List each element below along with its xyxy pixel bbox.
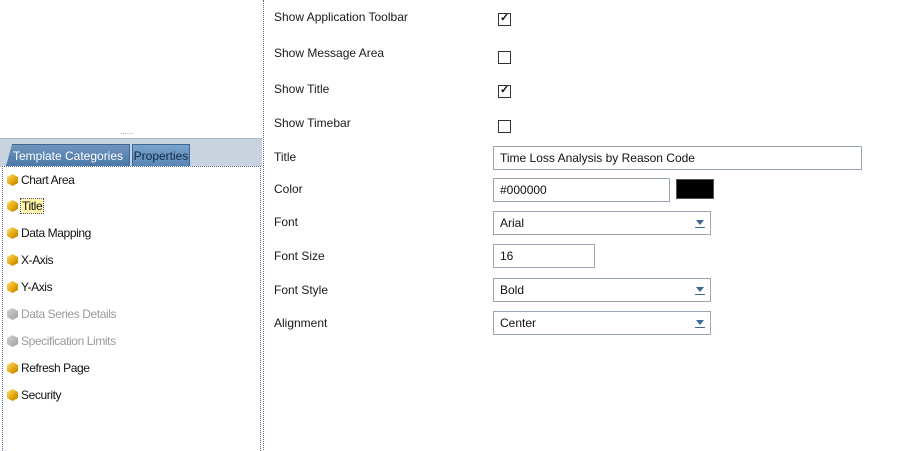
chevron-down-icon[interactable]	[696, 287, 704, 292]
category-icon	[7, 281, 18, 293]
category-icon	[7, 174, 18, 186]
category-item-specification-limits: Specification Limits	[7, 332, 116, 350]
category-icon	[7, 227, 18, 239]
color-swatch[interactable]	[676, 179, 714, 199]
show-message-area-checkbox[interactable]	[498, 51, 511, 64]
show-app-toolbar-checkbox[interactable]: ✓	[498, 12, 511, 26]
color-label: Color	[274, 182, 303, 196]
category-icon	[7, 308, 18, 320]
alignment-label: Alignment	[274, 316, 328, 330]
title-properties-panel: Show Application Toolbar ✓ Show Message …	[263, 0, 913, 450]
category-icon	[7, 200, 18, 212]
chevron-down-icon[interactable]	[696, 220, 704, 225]
category-item-x-axis[interactable]: X-Axis	[7, 251, 54, 269]
show-message-area-label: Show Message Area	[274, 46, 385, 60]
dropdown-underline	[695, 294, 705, 295]
show-timebar-label: Show Timebar	[274, 116, 351, 130]
show-timebar-checkbox[interactable]	[498, 120, 511, 133]
title-label: Title	[274, 150, 297, 164]
font-style-select-value: Bold	[500, 283, 525, 297]
panel-resize-grip[interactable]: ......	[0, 128, 262, 138]
tab-bar: Template Categories Properties	[0, 138, 262, 167]
category-icon	[7, 362, 18, 374]
font-size-label: Font Size	[274, 249, 325, 263]
font-label: Font	[274, 215, 299, 229]
title-input[interactable]: Time Loss Analysis by Reason Code	[493, 146, 862, 170]
show-title-checkbox[interactable]: ✓	[498, 84, 511, 98]
category-label: Data Series Details	[21, 307, 117, 321]
tab-properties[interactable]: Properties	[132, 144, 190, 166]
category-item-refresh-page[interactable]: Refresh Page	[7, 359, 90, 377]
category-list: Chart Area Title Data Mapping X-Axis Y-A…	[2, 166, 261, 451]
category-icon	[7, 335, 18, 347]
category-item-data-mapping[interactable]: Data Mapping	[7, 224, 91, 242]
tab-template-categories[interactable]: Template Categories	[6, 144, 130, 166]
category-item-security[interactable]: Security	[7, 386, 62, 404]
font-style-label: Font Style	[274, 283, 329, 297]
category-label: Security	[21, 388, 62, 402]
category-item-title[interactable]: Title	[7, 197, 45, 215]
category-item-chart-area[interactable]: Chart Area	[7, 171, 75, 189]
category-label: Specification Limits	[21, 334, 116, 348]
category-label: Title	[19, 198, 45, 214]
category-item-data-series-details: Data Series Details	[7, 305, 117, 323]
alignment-select-value: Center	[500, 316, 537, 330]
category-label: Refresh Page	[21, 361, 90, 375]
category-label: Data Mapping	[21, 226, 91, 240]
dropdown-underline	[695, 327, 705, 328]
category-label: Y-Axis	[21, 280, 53, 294]
font-style-select[interactable]: Bold	[493, 278, 711, 302]
check-icon: ✓	[500, 12, 510, 24]
check-icon: ✓	[500, 84, 510, 96]
font-select-value: Arial	[500, 216, 525, 230]
category-item-y-axis[interactable]: Y-Axis	[7, 278, 53, 296]
font-size-input[interactable]: 16	[493, 244, 595, 268]
category-icon	[7, 389, 18, 401]
font-select[interactable]: Arial	[493, 211, 711, 235]
category-label: X-Axis	[21, 253, 54, 267]
chevron-down-icon[interactable]	[696, 320, 704, 325]
category-label: Chart Area	[21, 173, 75, 187]
color-input[interactable]: #000000	[493, 178, 670, 202]
show-title-label: Show Title	[274, 82, 330, 96]
dropdown-underline	[695, 227, 705, 228]
category-icon	[7, 254, 18, 266]
alignment-select[interactable]: Center	[493, 311, 711, 335]
template-navigator-panel: ...... Template Categories Properties Ch…	[0, 128, 262, 451]
show-app-toolbar-label: Show Application Toolbar	[274, 10, 408, 24]
grip-dots: ......	[120, 127, 134, 136]
